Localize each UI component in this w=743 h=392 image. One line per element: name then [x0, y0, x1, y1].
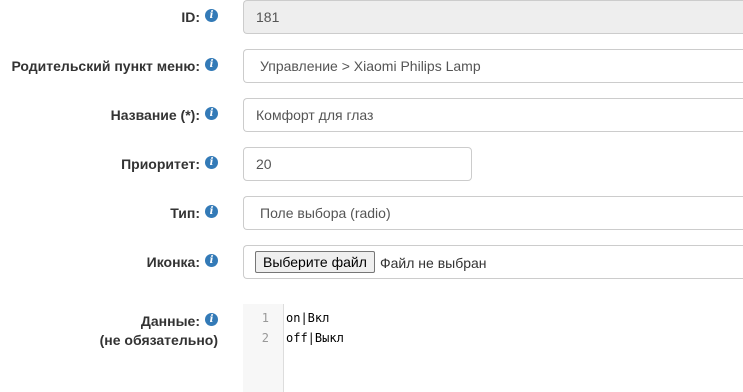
line-number: 1	[261, 311, 269, 325]
info-icon[interactable]: i	[205, 254, 218, 267]
data-optional-label: (не обязательно)	[99, 332, 218, 348]
data-code-editor[interactable]: 1 2 on|Вкл off|Выкл	[243, 304, 743, 392]
file-status-text: Файл не выбран	[380, 255, 487, 271]
priority-input[interactable]: 20	[243, 147, 472, 181]
info-icon[interactable]: i	[205, 205, 218, 218]
title-label: Название (*):	[110, 107, 200, 123]
parent-menu-select[interactable]: Управление > Xiaomi Philips Lamp	[243, 49, 743, 83]
info-icon[interactable]: i	[205, 313, 218, 326]
info-icon[interactable]: i	[205, 58, 218, 71]
code-line[interactable]: on|Вкл	[286, 308, 329, 328]
data-label: Данные:	[140, 313, 200, 329]
info-icon[interactable]: i	[205, 107, 218, 120]
editor-gutter: 1 2	[243, 304, 284, 392]
title-input[interactable]: Комфорт для глаз	[243, 98, 743, 132]
type-select[interactable]: Поле выбора (radio)	[243, 196, 743, 230]
priority-label: Приоритет:	[121, 156, 200, 172]
id-field: 181	[243, 0, 743, 34]
icon-label: Иконка:	[146, 254, 200, 270]
info-icon[interactable]: i	[205, 9, 218, 22]
parent-menu-label: Родительский пункт меню:	[11, 58, 200, 74]
code-line[interactable]: off|Выкл	[286, 328, 344, 348]
id-label: ID:	[181, 9, 200, 25]
line-number: 2	[261, 331, 269, 345]
info-icon[interactable]: i	[205, 156, 218, 169]
type-label: Тип:	[170, 205, 200, 221]
choose-file-button[interactable]: Выберите файл	[255, 251, 375, 273]
